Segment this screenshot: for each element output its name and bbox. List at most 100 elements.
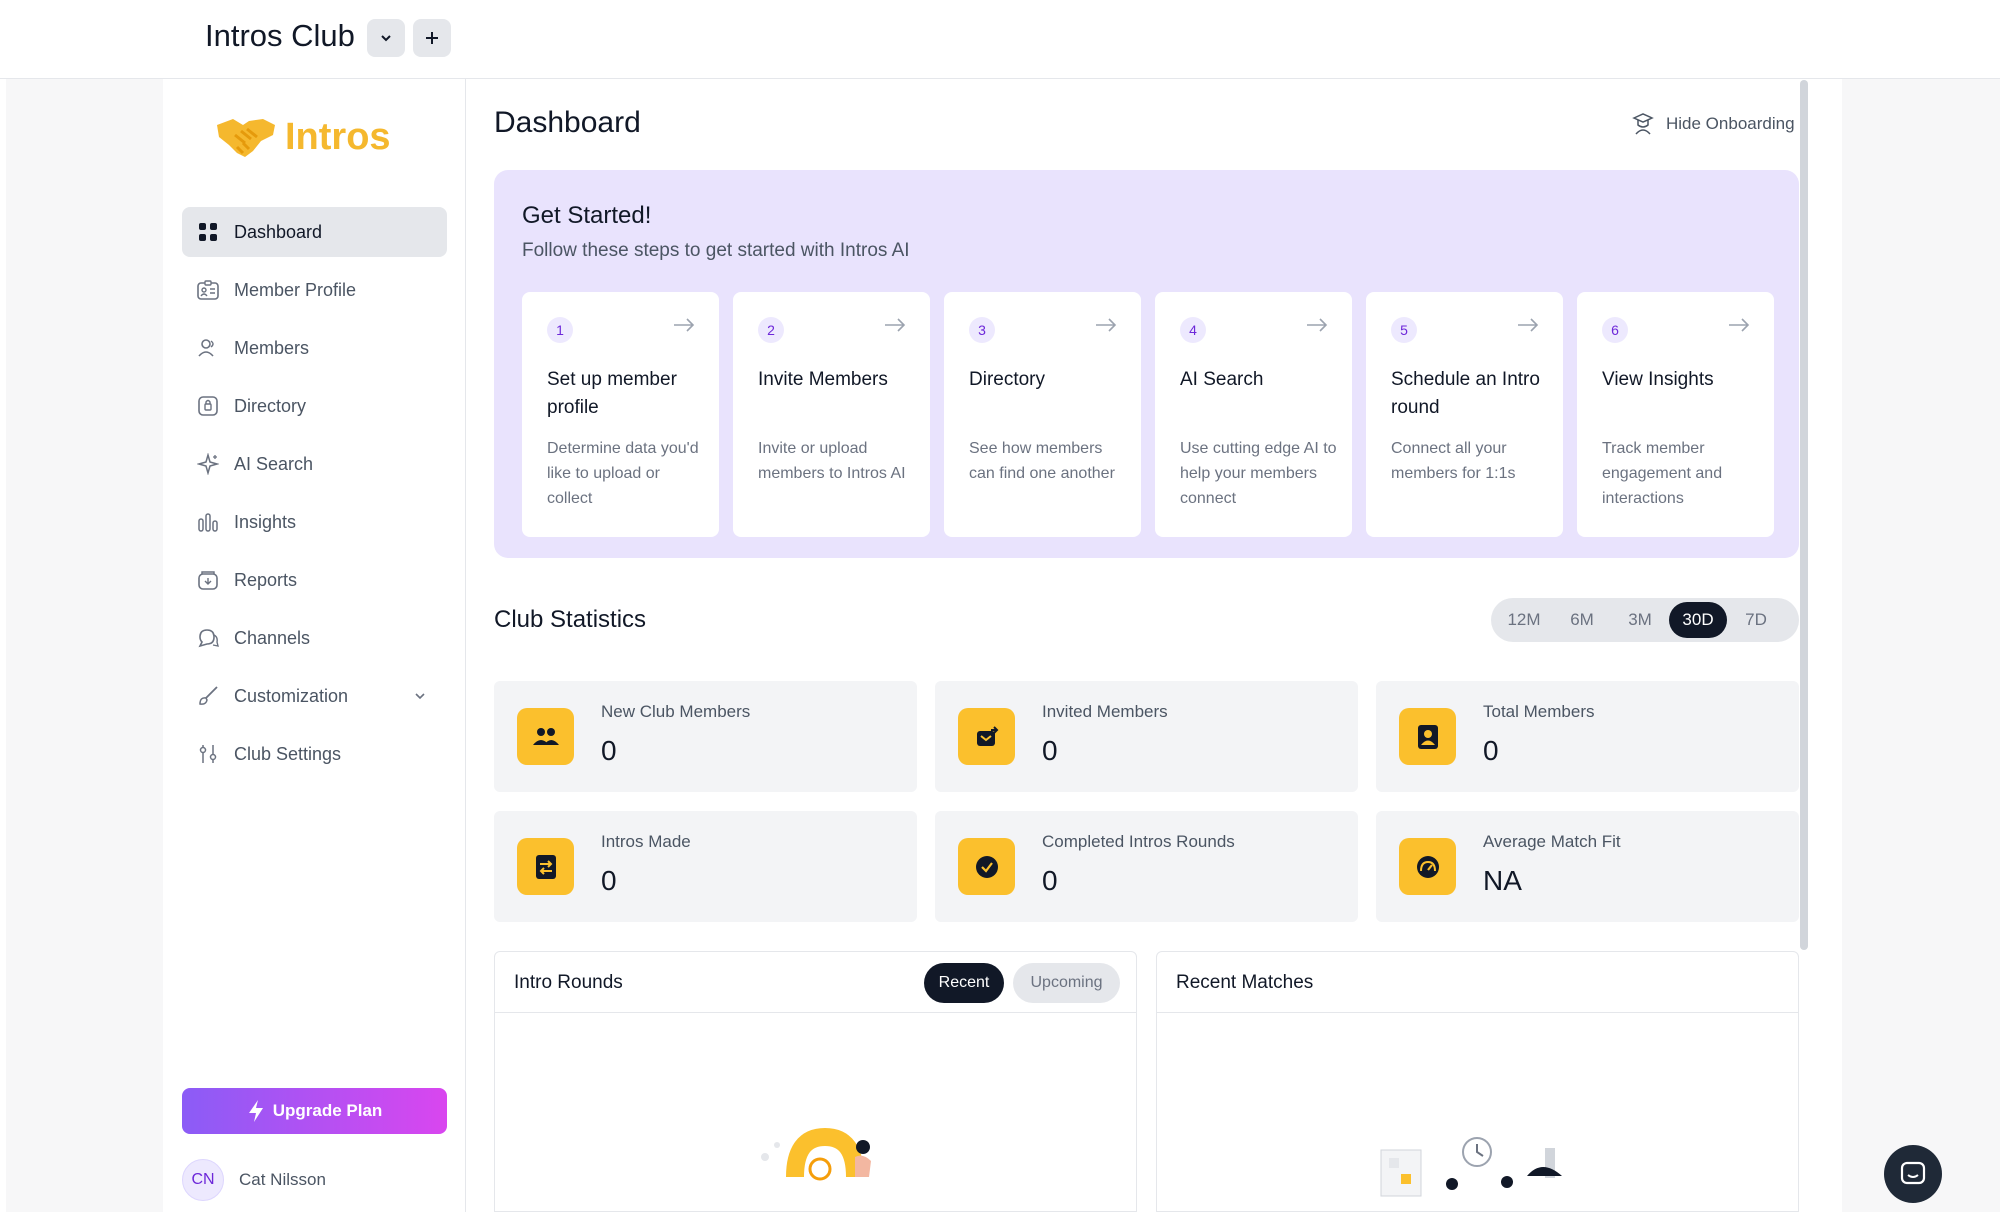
- page-title: Dashboard: [494, 106, 641, 139]
- directory-icon: [197, 395, 219, 417]
- chat-launcher-button[interactable]: [1884, 1145, 1942, 1203]
- user-profile[interactable]: CN Cat Nilsson: [182, 1159, 326, 1201]
- stat-card-invited-members: Invited Members 0: [935, 681, 1358, 792]
- top-bar: Intros Club: [0, 0, 2000, 79]
- onboarding-step-card[interactable]: 5 Schedule an Intro round Connect all yo…: [1366, 292, 1563, 537]
- onboarding-step-card[interactable]: 3 Directory See how members can find one…: [944, 292, 1141, 537]
- upgrade-plan-label: Upgrade Plan: [272, 1101, 383, 1120]
- stat-label: Completed Intros Rounds: [1042, 832, 1235, 851]
- sidebar-item-member-profile[interactable]: Member Profile: [182, 265, 447, 315]
- stat-card-average-match-fit: Average Match Fit NA: [1376, 811, 1799, 922]
- sidebar-item-ai-search[interactable]: AI Search: [182, 439, 447, 489]
- empty-state-illustration: [761, 1127, 871, 1181]
- add-club-button[interactable]: [413, 19, 451, 57]
- contact-icon: [1399, 708, 1456, 765]
- invite-icon: [958, 708, 1015, 765]
- chat-bubbles-icon: [197, 627, 219, 649]
- sidebar-item-label: AI Search: [234, 453, 314, 474]
- step-number: 5: [1391, 317, 1417, 343]
- step-title: Directory: [969, 369, 1046, 390]
- sidebar-item-directory[interactable]: Directory: [182, 381, 447, 431]
- stat-label: Total Members: [1483, 702, 1595, 721]
- stat-card-completed-intros-rounds: Completed Intros Rounds 0: [935, 811, 1358, 922]
- onboarding-step-card[interactable]: 4 AI Search Use cutting edge AI to help …: [1155, 292, 1352, 537]
- lightning-icon: [248, 1100, 263, 1122]
- tab-recent[interactable]: Recent: [924, 963, 1004, 1003]
- sidebar-item-label: Reports: [234, 569, 298, 590]
- sliders-icon: [197, 743, 219, 765]
- stat-value: 0: [601, 735, 617, 766]
- chat-icon: [1900, 1161, 1926, 1185]
- sidebar-item-reports[interactable]: Reports: [182, 555, 447, 605]
- sidebar-item-dashboard[interactable]: Dashboard: [182, 207, 447, 257]
- onboarding-step-card[interactable]: 6 View Insights Track member engagement …: [1577, 292, 1774, 537]
- stat-label: New Club Members: [601, 702, 751, 721]
- sidebar-item-label: Club Settings: [234, 743, 342, 764]
- stat-value: NA: [1483, 865, 1522, 896]
- arrow-right-icon: [1307, 318, 1328, 332]
- bar-chart-icon: [197, 511, 219, 533]
- report-icon: [197, 569, 219, 591]
- range-3m[interactable]: 3M: [1611, 602, 1669, 638]
- sidebar-item-label: Dashboard: [234, 221, 323, 242]
- background-left: [6, 79, 163, 1212]
- arrow-right-icon: [1096, 318, 1117, 332]
- step-title: View Insights: [1602, 369, 1714, 390]
- range-6m[interactable]: 6M: [1553, 602, 1611, 638]
- stat-card-new-club-members: New Club Members 0: [494, 681, 917, 792]
- sidebar-item-label: Directory: [234, 395, 307, 416]
- range-7d[interactable]: 7D: [1727, 602, 1785, 638]
- grid-icon: [197, 221, 219, 243]
- group-icon: [517, 708, 574, 765]
- onboarding-steps: 1 Set up member profile Determine data y…: [522, 292, 1774, 537]
- sidebar-item-insights[interactable]: Insights: [182, 497, 447, 547]
- sidebar-item-label: Channels: [234, 627, 311, 648]
- upgrade-plan-button[interactable]: Upgrade Plan: [182, 1088, 447, 1134]
- step-number: 3: [969, 317, 995, 343]
- step-number: 1: [547, 317, 573, 343]
- arrow-right-icon: [885, 318, 906, 332]
- onboarding-panel: Get Started! Follow these steps to get s…: [494, 170, 1799, 558]
- sidebar-item-label: Members: [234, 337, 310, 358]
- arrow-right-icon: [1518, 318, 1539, 332]
- intros-logo[interactable]: Intros: [213, 111, 391, 163]
- stat-label: Invited Members: [1042, 702, 1168, 721]
- onboarding-title: Get Started!: [522, 202, 652, 229]
- step-description: Track member engagement and interactions: [1602, 440, 1723, 507]
- range-12m[interactable]: 12M: [1495, 602, 1553, 638]
- stat-card-intros-made: Intros Made 0: [494, 811, 917, 922]
- onboarding-step-card[interactable]: 1 Set up member profile Determine data y…: [522, 292, 719, 537]
- step-number: 6: [1602, 317, 1628, 343]
- sidebar-item-label: Member Profile: [234, 279, 357, 300]
- stat-value: 0: [1042, 735, 1058, 766]
- step-title: Set up member profile: [547, 369, 677, 418]
- range-30d[interactable]: 30D: [1669, 602, 1727, 638]
- handshake-logo-icon: [217, 119, 275, 157]
- step-number: 4: [1180, 317, 1206, 343]
- club-dropdown-button[interactable]: [367, 19, 405, 57]
- chevron-down-icon: [413, 687, 427, 708]
- arrow-right-icon: [1729, 318, 1750, 332]
- hide-onboarding-label: Hide Onboarding: [1666, 114, 1795, 133]
- step-description: Connect all your members for 1:1s: [1391, 440, 1516, 482]
- check-circle-icon: [958, 838, 1015, 895]
- stat-value: 0: [1042, 865, 1058, 896]
- hide-onboarding-button[interactable]: Hide Onboarding: [1632, 112, 1795, 136]
- sidebar-item-club-settings[interactable]: Club Settings: [182, 729, 447, 779]
- sidebar-item-label: Insights: [234, 511, 297, 532]
- step-description: Use cutting edge AI to help your members…: [1180, 440, 1337, 507]
- sidebar-item-channels[interactable]: Channels: [182, 613, 447, 663]
- recent-matches-panel: Recent Matches: [1156, 951, 1799, 1212]
- sidebar: Intros Dashboard Member Profile Members …: [163, 79, 466, 1212]
- sidebar-item-members[interactable]: Members: [182, 323, 447, 373]
- step-number: 2: [758, 317, 784, 343]
- sidebar-item-customization[interactable]: Customization: [182, 671, 447, 721]
- stat-card-total-members: Total Members 0: [1376, 681, 1799, 792]
- panel-header: Recent Matches: [1157, 952, 1798, 1013]
- tab-upcoming[interactable]: Upcoming: [1013, 963, 1120, 1003]
- graduation-cap-icon: [1632, 113, 1654, 135]
- onboarding-step-card[interactable]: 2 Invite Members Invite or upload member…: [733, 292, 930, 537]
- logo-text: Intros: [285, 115, 391, 158]
- scrollbar[interactable]: [1800, 80, 1808, 950]
- stat-value: 0: [1483, 735, 1499, 766]
